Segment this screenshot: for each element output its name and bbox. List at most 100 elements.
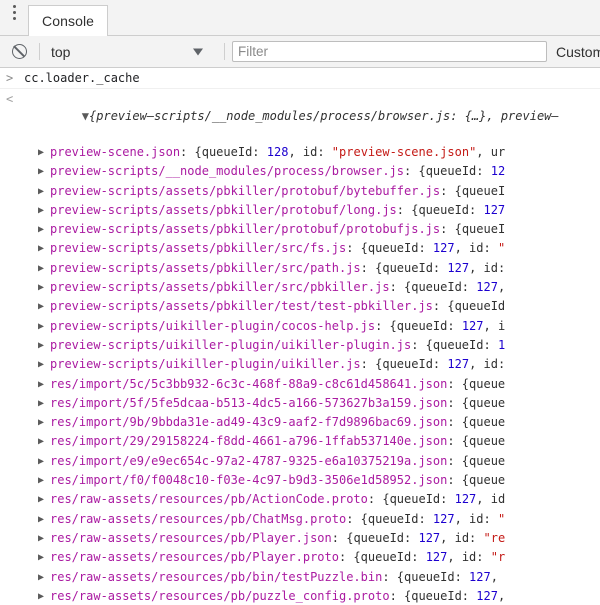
object-property-row[interactable]: ▶ preview-scripts/uikiller-plugin/uikille… bbox=[0, 336, 600, 355]
property-punctuation: : {queue bbox=[447, 434, 506, 449]
object-property-list: ▶ preview-scene.json: {queueId: 128, id: … bbox=[0, 143, 600, 605]
disclosure-triangle-collapsed-icon[interactable]: ▶ bbox=[38, 355, 44, 374]
disclosure-triangle-collapsed-icon[interactable]: ▶ bbox=[38, 394, 44, 413]
disclosure-triangle-collapsed-icon[interactable]: ▶ bbox=[38, 143, 44, 162]
property-number-value: 127 bbox=[432, 241, 455, 256]
object-property-row[interactable]: ▶ res/raw-assets/resources/pb/ChatMsg.pro… bbox=[0, 510, 600, 529]
output-marker: < bbox=[6, 92, 14, 106]
property-key: res/import/5f/5fe5dcaa-b513-4dc5-a166-57… bbox=[50, 395, 448, 410]
property-punctuation: , id: bbox=[454, 511, 498, 526]
property-punctuation: , id: bbox=[440, 530, 484, 545]
property-punctuation: , id bbox=[476, 492, 506, 507]
object-property-row[interactable]: ▶ preview-scene.json: {queueId: 128, id: … bbox=[0, 143, 600, 162]
property-punctuation: : {queueId bbox=[432, 299, 506, 314]
property-string-value: " bbox=[497, 511, 506, 526]
disclosure-triangle-collapsed-icon[interactable]: ▶ bbox=[38, 548, 44, 567]
property-key: preview-scripts/assets/pbkiller/protobuf… bbox=[50, 202, 397, 217]
disclosure-triangle-collapsed-icon[interactable]: ▶ bbox=[38, 317, 44, 336]
object-property-row[interactable]: ▶ res/raw-assets/resources/pb/bin/testPuz… bbox=[0, 568, 600, 587]
property-string-value: "re bbox=[483, 530, 506, 545]
input-marker: > bbox=[6, 71, 14, 85]
property-punctuation: : {queueId: bbox=[360, 357, 448, 372]
disclosure-triangle-collapsed-icon[interactable]: ▶ bbox=[38, 529, 44, 548]
log-levels-dropdown[interactable]: Custom le bbox=[556, 44, 600, 60]
filter-input[interactable] bbox=[232, 41, 547, 62]
property-punctuation: : {queueId: bbox=[389, 280, 477, 295]
property-punctuation: , bbox=[497, 588, 506, 603]
property-key: res/raw-assets/resources/pb/Player.json bbox=[50, 530, 332, 545]
disclosure-triangle-collapsed-icon[interactable]: ▶ bbox=[38, 336, 44, 355]
property-punctuation: : {queueId: bbox=[338, 550, 426, 565]
execution-context-select[interactable]: top bbox=[47, 40, 217, 64]
disclosure-triangle-collapsed-icon[interactable]: ▶ bbox=[38, 239, 44, 258]
tab-console-label: Console bbox=[42, 13, 95, 29]
object-property-row[interactable]: ▶ preview-scripts/assets/pbkiller/src/pbk… bbox=[0, 278, 600, 297]
disclosure-triangle-collapsed-icon[interactable]: ▶ bbox=[38, 452, 44, 471]
object-property-row[interactable]: ▶ preview-scripts/assets/pbkiller/protobu… bbox=[0, 220, 600, 239]
disclosure-triangle-collapsed-icon[interactable]: ▶ bbox=[38, 471, 44, 490]
object-property-row[interactable]: ▶ preview-scripts/uikiller-plugin/cocos-h… bbox=[0, 317, 600, 336]
property-punctuation: : {queueId: bbox=[346, 241, 433, 256]
property-punctuation: : {queueId: bbox=[360, 260, 448, 275]
toolbar-divider-2 bbox=[224, 43, 225, 60]
disclosure-triangle-collapsed-icon[interactable]: ▶ bbox=[38, 490, 44, 509]
object-property-row[interactable]: ▶ preview-scripts/uikiller-plugin/uikille… bbox=[0, 355, 600, 374]
execution-context-value: top bbox=[51, 43, 71, 60]
property-key: preview-scripts/assets/pbkiller/src/pbki… bbox=[50, 280, 390, 295]
tab-strip: Console bbox=[0, 0, 600, 36]
disclosure-triangle-expanded[interactable]: ▼ bbox=[82, 109, 89, 123]
object-property-row[interactable]: ▶ res/raw-assets/resources/pb/Player.json… bbox=[0, 529, 600, 548]
property-punctuation: , id: bbox=[288, 145, 332, 159]
property-string-value: "r bbox=[490, 550, 506, 565]
property-key: preview-scripts/assets/pbkiller/src/fs.j… bbox=[50, 241, 347, 256]
object-property-row[interactable]: ▶ preview-scripts/assets/pbkiller/src/fs.… bbox=[0, 239, 600, 258]
object-property-row[interactable]: ▶ preview-scripts/__node_modules/process/… bbox=[0, 162, 600, 181]
object-property-row[interactable]: ▶ preview-scripts/assets/pbkiller/protobu… bbox=[0, 201, 600, 220]
property-punctuation: : {queueId: bbox=[375, 318, 462, 333]
object-property-row[interactable]: ▶ preview-scripts/assets/pbkiller/src/pat… bbox=[0, 259, 600, 278]
property-punctuation: : {queue bbox=[447, 473, 506, 488]
property-punctuation: : {queueId: bbox=[180, 145, 267, 159]
property-punctuation: , i bbox=[483, 318, 506, 333]
property-key: preview-scripts/uikiller-plugin/uikiller… bbox=[50, 337, 412, 352]
object-property-row[interactable]: ▶ res/import/e9/e9ec654c-97a2-4787-9325-e… bbox=[0, 452, 600, 471]
kebab-menu-icon[interactable] bbox=[0, 0, 28, 35]
property-key: res/import/9b/9bbda31e-ad49-43c9-aaf2-f7… bbox=[50, 415, 448, 430]
object-property-row[interactable]: ▶ res/import/5c/5c3bb932-6c3c-468f-88a9-c… bbox=[0, 375, 600, 394]
disclosure-triangle-collapsed-icon[interactable]: ▶ bbox=[38, 220, 44, 239]
property-key: res/raw-assets/resources/pb/puzzle_confi… bbox=[50, 588, 390, 603]
property-number-value: 127 bbox=[447, 260, 470, 275]
object-property-row[interactable]: ▶ res/import/9b/9bbda31e-ad49-43c9-aaf2-f… bbox=[0, 413, 600, 432]
console-messages[interactable]: > cc.loader._cache < ▼{preview–scripts/_… bbox=[0, 68, 600, 605]
property-string-value: " bbox=[497, 241, 506, 256]
property-punctuation: : {queueId: bbox=[389, 588, 477, 603]
disclosure-triangle-collapsed-icon[interactable]: ▶ bbox=[38, 278, 44, 297]
disclosure-triangle-collapsed-icon[interactable]: ▶ bbox=[38, 375, 44, 394]
object-property-row[interactable]: ▶ res/import/f0/f0048c10-f03e-4c97-b9d3-3… bbox=[0, 471, 600, 490]
clear-console-icon[interactable] bbox=[6, 39, 32, 65]
disclosure-triangle-collapsed-icon[interactable]: ▶ bbox=[38, 182, 44, 201]
disclosure-triangle-collapsed-icon[interactable]: ▶ bbox=[38, 510, 44, 529]
object-property-row[interactable]: ▶ preview-scripts/assets/pbkiller/test/te… bbox=[0, 297, 600, 316]
object-property-row[interactable]: ▶ res/raw-assets/resources/pb/ActionCode.… bbox=[0, 490, 600, 509]
property-number-value: 127 bbox=[483, 202, 506, 217]
tab-console[interactable]: Console bbox=[28, 5, 109, 36]
object-property-row[interactable]: ▶ preview-scripts/assets/pbkiller/protobu… bbox=[0, 182, 600, 201]
property-number-value: 127 bbox=[425, 550, 448, 565]
object-property-row[interactable]: ▶ res/import/5f/5fe5dcaa-b513-4dc5-a166-5… bbox=[0, 394, 600, 413]
disclosure-triangle-collapsed-icon[interactable]: ▶ bbox=[38, 432, 44, 451]
object-property-row[interactable]: ▶ res/raw-assets/resources/pb/Player.prot… bbox=[0, 548, 600, 567]
disclosure-triangle-collapsed-icon[interactable]: ▶ bbox=[38, 259, 44, 278]
object-property-row[interactable]: ▶ res/import/29/29158224-f8dd-4661-a796-1… bbox=[0, 432, 600, 451]
disclosure-triangle-collapsed-icon[interactable]: ▶ bbox=[38, 201, 44, 220]
property-string-value: "preview-scene.json" bbox=[331, 145, 477, 159]
disclosure-triangle-collapsed-icon[interactable]: ▶ bbox=[38, 587, 44, 605]
disclosure-triangle-collapsed-icon[interactable]: ▶ bbox=[38, 413, 44, 432]
disclosure-triangle-collapsed-icon[interactable]: ▶ bbox=[38, 162, 44, 181]
property-punctuation: , id: bbox=[447, 550, 491, 565]
property-key: res/raw-assets/resources/pb/ChatMsg.prot… bbox=[50, 511, 347, 526]
object-property-row[interactable]: ▶ res/raw-assets/resources/pb/puzzle_conf… bbox=[0, 587, 600, 605]
disclosure-triangle-collapsed-icon[interactable]: ▶ bbox=[38, 568, 44, 587]
disclosure-triangle-collapsed-icon[interactable]: ▶ bbox=[38, 297, 44, 316]
object-preview-header[interactable]: ▼{preview–scripts/__node_modules/process… bbox=[24, 91, 600, 142]
